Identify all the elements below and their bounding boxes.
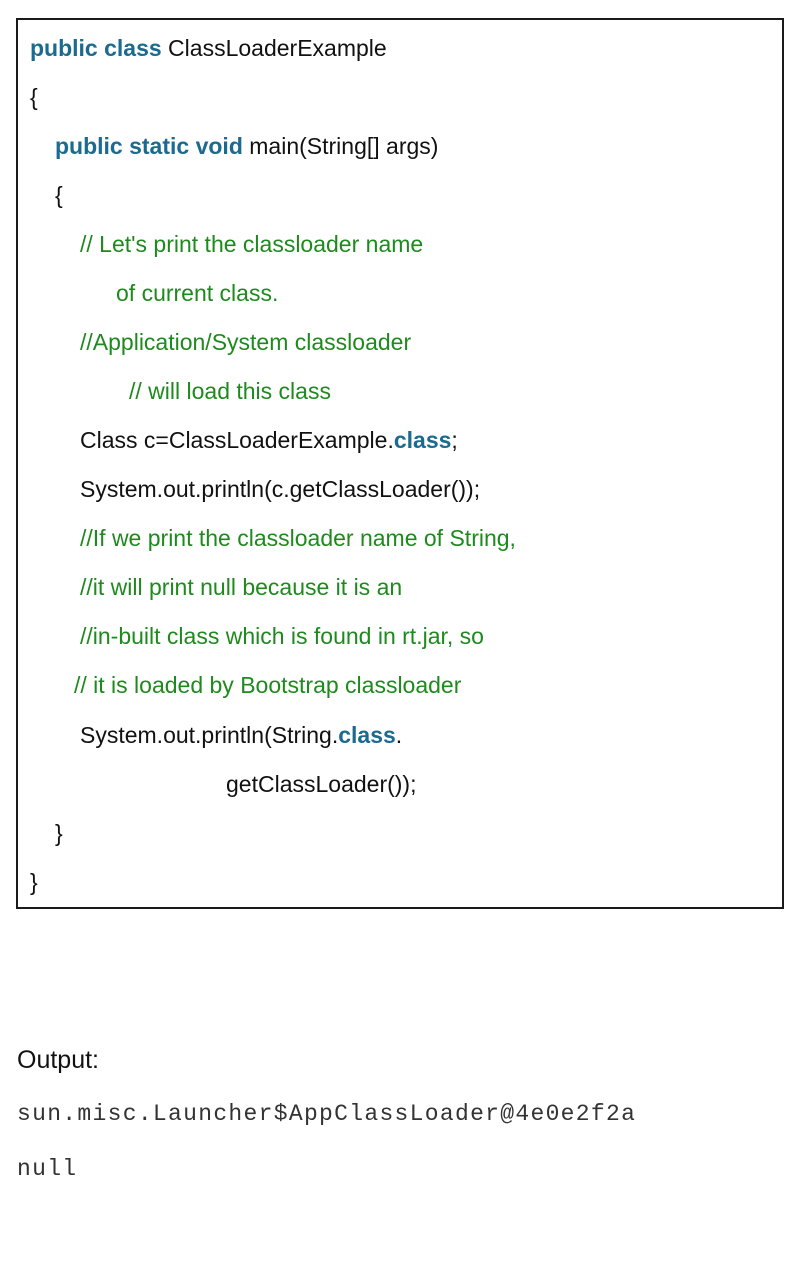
keyword: class — [338, 722, 396, 748]
code-line-16: getClassLoader()); — [226, 771, 417, 797]
code-line-18: } — [30, 869, 38, 895]
code-comment-line: // Let's print the classloader name — [80, 231, 424, 257]
code-line-9: Class c=ClassLoaderExample.class; — [80, 425, 458, 455]
code-line-15: System.out.println(String.class. — [80, 720, 402, 750]
code-comment-line: of current class. — [116, 280, 279, 306]
code-comment-line: //it will print null because it is an — [80, 574, 403, 600]
code-text: Class c=ClassLoaderExample. — [80, 427, 394, 453]
code-line-10: System.out.println(c.getClassLoader()); — [80, 476, 481, 502]
keyword: class — [393, 427, 452, 453]
code-comment-line: // it is loaded by Bootstrap classloader — [74, 672, 462, 698]
code-line-3: public static void main(String[] args) — [55, 131, 438, 161]
code-text: ; — [451, 427, 458, 453]
code-line-17: } — [55, 820, 63, 846]
output-label: Output: — [17, 1046, 99, 1074]
code-text: . — [395, 722, 403, 748]
code-block: public class ClassLoaderExample { public… — [16, 18, 784, 909]
class-name: ClassLoaderExample — [161, 35, 387, 61]
code-comment-line: //in-built class which is found in rt.ja… — [80, 623, 484, 649]
code-comment-line: //Application/System classloader — [80, 329, 412, 355]
output-line: sun.misc.Launcher$AppClassLoader@4e0e2f2… — [17, 1101, 637, 1127]
keyword: public class — [30, 35, 162, 61]
code-line-1: public class ClassLoaderExample — [30, 33, 387, 63]
code-line-2: { — [30, 84, 38, 110]
keyword: public static void — [55, 133, 243, 159]
code-text: System.out.println(String. — [80, 722, 339, 748]
code-line-4: { — [55, 182, 63, 208]
code-comment-line: // will load this class — [129, 378, 331, 404]
output-line: null — [17, 1156, 78, 1182]
method-signature: main(String[] args) — [242, 133, 439, 159]
code-comment-line: //If we print the classloader name of St… — [80, 525, 516, 551]
